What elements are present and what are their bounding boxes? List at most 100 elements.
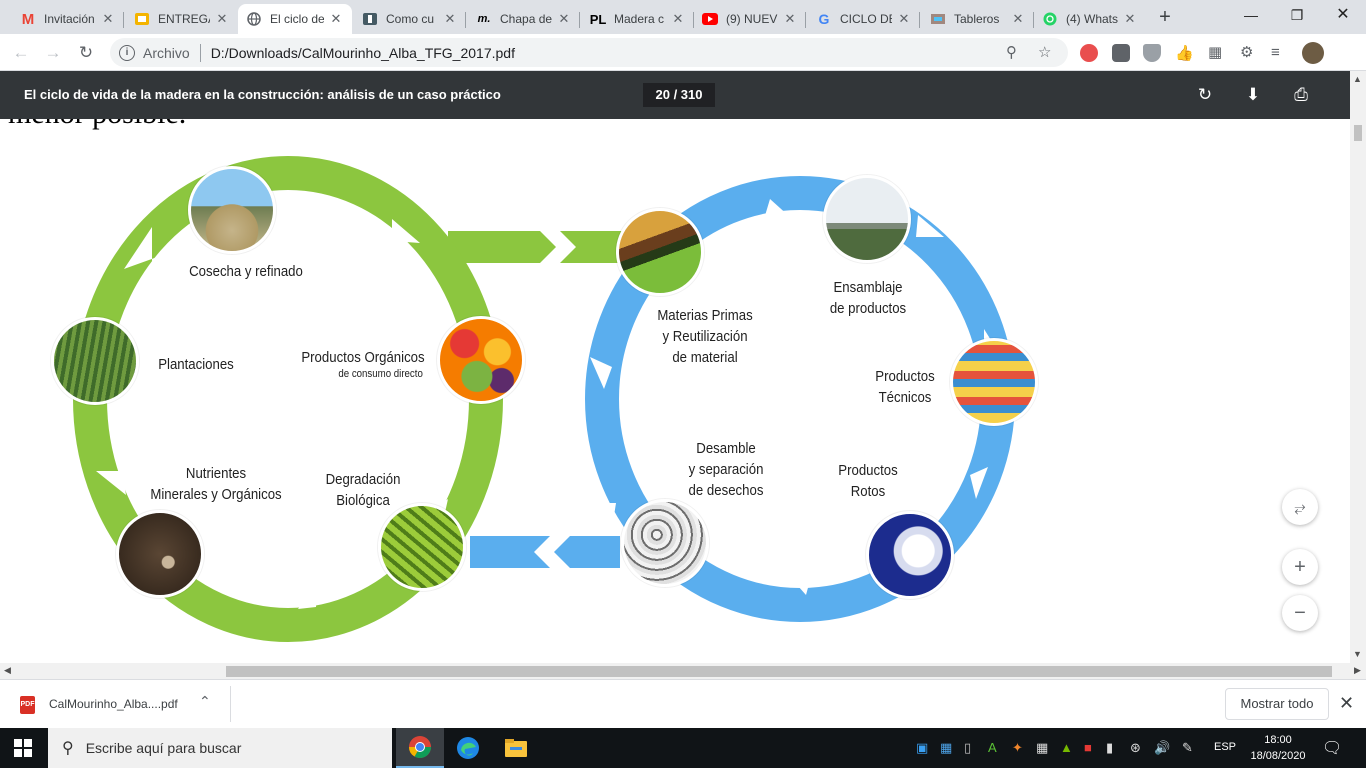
vertical-scrollbar[interactable]: ▲ ▼ [1350, 71, 1366, 664]
close-tab-icon[interactable]: ✕ [328, 11, 344, 27]
wifi-tray-icon[interactable]: ⊛ [1130, 740, 1141, 756]
tab-tableros[interactable]: Tableros ✕ [922, 4, 1034, 34]
label-raw-materials-line1: Materias Primas [657, 307, 753, 324]
usb-tray-icon[interactable]: ▯ [964, 740, 971, 756]
pl-icon: PL [589, 11, 607, 27]
wood-icon [930, 11, 946, 27]
tab-title: (9) NUEV [726, 12, 778, 26]
bookmark-star-icon[interactable]: ☆ [1038, 43, 1051, 61]
tab-whatsapp[interactable]: (4) Whats ✕ [1034, 4, 1146, 34]
shield-tray-icon[interactable]: ▣ [916, 740, 928, 756]
label-assembly-line2: de productos [829, 300, 907, 317]
a-tray-icon[interactable]: A [988, 740, 997, 755]
tab-el-ciclo[interactable]: El ciclo de ✕ [238, 4, 352, 34]
close-tab-icon[interactable]: ✕ [1010, 11, 1026, 27]
scroll-left-icon[interactable]: ◀ [4, 665, 11, 676]
book-icon [362, 11, 378, 27]
notification-icon[interactable]: 🗨 [1322, 738, 1342, 758]
back-button[interactable]: ← [8, 40, 34, 66]
label-technical-products: Productos Técnicos [867, 366, 943, 408]
forward-button[interactable]: → [40, 40, 66, 66]
scroll-up-icon[interactable]: ▲ [1353, 74, 1362, 84]
restore-button[interactable]: ❐ [1274, 0, 1320, 30]
scroll-down-icon[interactable]: ▼ [1353, 649, 1362, 659]
minimize-button[interactable]: — [1228, 0, 1274, 30]
info-icon[interactable]: i [119, 44, 135, 61]
tab-google[interactable]: G CICLO DE ✕ [808, 4, 920, 34]
close-tab-icon[interactable]: ✕ [1122, 11, 1138, 27]
vertical-scroll-thumb[interactable] [1354, 125, 1362, 141]
network-tray-icon[interactable]: ▦ [940, 740, 952, 756]
tab-title: El ciclo de [270, 12, 324, 26]
browser-toolbar: ← → ↻ i Archivo D:/Downloads/CalMourinho… [0, 34, 1366, 71]
fit-page-button[interactable]: ⥂ [1282, 489, 1318, 525]
tab-title: Como cu [386, 12, 435, 26]
keyboard-tray-icon[interactable]: ▦ [1036, 740, 1048, 756]
scroll-right-icon[interactable]: ▶ [1354, 665, 1361, 676]
technical-products-photo [950, 338, 1038, 426]
nvidia-tray-icon[interactable]: ▲ [1060, 740, 1073, 755]
close-shelf-icon[interactable]: ✕ [1339, 693, 1354, 714]
print-icon[interactable]: ⎙ [1289, 83, 1313, 107]
windows-start-icon[interactable] [14, 739, 32, 757]
close-tab-icon[interactable]: ✕ [782, 11, 798, 27]
zoom-icon[interactable]: ⚲ [1006, 43, 1017, 61]
rotate-icon[interactable]: ↻ [1193, 83, 1217, 107]
close-tab-icon[interactable]: ✕ [556, 11, 572, 27]
extension-icon[interactable] [1080, 44, 1098, 62]
label-broken-products-line1: Productos [838, 462, 898, 479]
grid-icon[interactable]: ▦ [1208, 44, 1226, 62]
page-indicator[interactable]: 20 / 310 [643, 83, 715, 107]
harvest-photo [188, 166, 276, 254]
label-assembly: Ensamblaje de productos [822, 277, 914, 319]
tab-como-cu[interactable]: Como cu ✕ [354, 4, 466, 34]
tab-gmail[interactable]: M Invitación ✕ [12, 4, 124, 34]
close-tab-icon[interactable]: ✕ [442, 11, 458, 27]
tab-youtube[interactable]: (9) NUEV ✕ [694, 4, 806, 34]
chevron-up-icon[interactable]: ⌃ [199, 693, 211, 710]
pen-tray-icon[interactable]: ✎ [1182, 740, 1193, 756]
media-icon[interactable]: ≡ [1271, 44, 1289, 62]
close-tab-icon[interactable]: ✕ [214, 11, 230, 27]
tab-chapa[interactable]: m. Chapa de ✕ [468, 4, 580, 34]
extension-icon[interactable] [1112, 44, 1130, 62]
show-all-button[interactable]: Mostrar todo [1225, 688, 1329, 720]
new-tab-button[interactable]: + [1154, 6, 1176, 28]
close-window-button[interactable]: ✕ [1320, 0, 1366, 30]
horizontal-scroll-thumb[interactable] [226, 666, 1332, 677]
youtube-icon [702, 11, 718, 27]
chrome-taskbar-icon[interactable] [396, 728, 444, 768]
horizontal-scrollbar[interactable]: ◀ ▶ [0, 663, 1366, 679]
gmail-icon: M [21, 10, 35, 28]
puzzle-icon[interactable]: ⚙ [1240, 44, 1258, 62]
antivirus-tray-icon[interactable]: ■ [1084, 740, 1092, 755]
google-icon: G [818, 11, 830, 27]
label-broken-products-line2: Rotos [850, 483, 886, 500]
address-url[interactable]: D:/Downloads/CalMourinho_Alba_TFG_2017.p… [211, 45, 515, 61]
profile-avatar[interactable] [1302, 42, 1324, 64]
bug-tray-icon[interactable]: ✦ [1012, 740, 1023, 756]
taskbar-search-box[interactable]: ⚲ Escribe aquí para buscar [48, 728, 392, 768]
language-indicator[interactable]: ESP [1214, 741, 1236, 753]
reload-button[interactable]: ↻ [73, 40, 99, 66]
close-tab-icon[interactable]: ✕ [670, 11, 686, 27]
file-explorer-taskbar-icon[interactable] [492, 728, 540, 768]
label-disassembly: Desamble y separación de desechos [680, 438, 772, 501]
extension-shield-icon[interactable] [1143, 44, 1161, 62]
address-bar[interactable]: i Archivo D:/Downloads/CalMourinho_Alba_… [110, 38, 1068, 67]
blue-connector-arrow [554, 536, 620, 568]
zoom-out-button[interactable]: − [1282, 595, 1318, 631]
taskbar-clock[interactable]: 18:00 18/08/2020 [1246, 732, 1310, 764]
tab-madera[interactable]: PL Madera c ✕ [582, 4, 694, 34]
battery-tray-icon[interactable]: ▮ [1106, 740, 1113, 756]
download-filename[interactable]: CalMourinho_Alba....pdf [49, 697, 178, 711]
tab-entrega[interactable]: ENTREGA ✕ [126, 4, 238, 34]
close-tab-icon[interactable]: ✕ [100, 11, 116, 27]
zoom-in-button[interactable]: + [1282, 549, 1318, 585]
download-icon[interactable]: ⬇ [1241, 83, 1265, 107]
edge-taskbar-icon[interactable] [444, 728, 492, 768]
close-tab-icon[interactable]: ✕ [896, 11, 912, 27]
tab-title: Invitación [44, 12, 95, 26]
volume-tray-icon[interactable]: 🔊 [1154, 740, 1170, 756]
thumbs-up-icon[interactable]: 👍 [1175, 44, 1194, 62]
